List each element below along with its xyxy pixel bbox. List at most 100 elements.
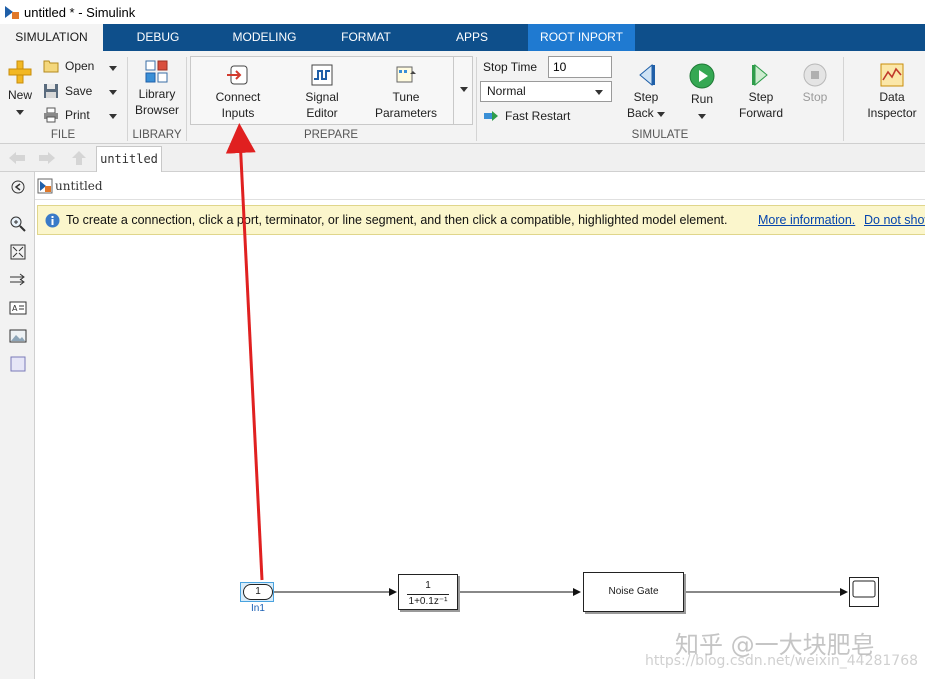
fast-restart-icon xyxy=(484,111,498,121)
tf-denominator: 1+0.1z⁻¹ xyxy=(408,596,448,607)
data-inspector-icon xyxy=(880,63,904,87)
signal-editor-button[interactable]: Signal Editor xyxy=(294,63,350,121)
ribbon-separator xyxy=(843,57,844,141)
navigation-bar: untitled xyxy=(0,144,925,172)
simulation-mode-select[interactable]: Normal xyxy=(480,81,612,102)
stop-button[interactable]: Stop xyxy=(796,63,834,105)
fast-restart-label: Fast Restart xyxy=(505,109,571,123)
open-dropdown-caret-icon[interactable] xyxy=(109,66,117,71)
new-button[interactable]: New xyxy=(4,59,36,119)
step-back-button[interactable]: Step Back xyxy=(623,63,669,121)
stop-time-input[interactable] xyxy=(548,56,612,78)
scope-screen-icon xyxy=(852,580,876,598)
step-forward-label-line2: Forward xyxy=(738,106,783,120)
signal-editor-icon xyxy=(311,64,333,86)
tab-debug[interactable]: DEBUG xyxy=(103,24,213,51)
fast-restart-toggle[interactable]: Fast Restart xyxy=(483,109,570,123)
watermark-url: https://blog.csdn.net/weixin_44281768 xyxy=(645,653,919,669)
simulink-logo-icon xyxy=(5,6,19,19)
connect-inputs-label-line2: Inputs xyxy=(221,106,255,120)
signal-editor-label-line2: Editor xyxy=(306,106,338,120)
step-back-label-line2: Back xyxy=(626,106,654,120)
open-label: Open xyxy=(65,59,95,73)
zoom-icon[interactable] xyxy=(9,215,27,233)
save-dropdown-caret-icon[interactable] xyxy=(109,90,117,95)
canvas-palette: A xyxy=(0,172,35,679)
route-lines-icon[interactable] xyxy=(9,271,27,289)
step-forward-button[interactable]: Step Forward xyxy=(735,63,787,121)
mode-dropdown-caret-icon xyxy=(595,90,603,95)
ribbon-separator xyxy=(127,57,128,141)
library-group-label: LIBRARY xyxy=(132,129,182,141)
data-inspector-label-line2: Inspector xyxy=(867,106,917,120)
title-bar: untitled * - Simulink xyxy=(0,0,925,24)
signal-lines xyxy=(274,588,848,596)
tab-apps[interactable]: APPS xyxy=(416,24,528,51)
hide-explorer-icon[interactable] xyxy=(9,178,27,196)
scope-block[interactable] xyxy=(849,577,879,607)
forward-arrow-icon[interactable] xyxy=(38,150,56,166)
svg-text:A: A xyxy=(12,304,18,313)
stop-label: Stop xyxy=(802,90,828,104)
ribbon-separator xyxy=(476,57,477,141)
new-dropdown-caret-icon xyxy=(16,110,24,115)
fit-to-view-icon[interactable] xyxy=(9,243,27,261)
inport-number: 1 xyxy=(255,586,261,597)
simulate-group-label: SIMULATE xyxy=(631,129,689,141)
data-inspector-button[interactable]: Data Inspector xyxy=(860,63,924,121)
discrete-transfer-fcn-block[interactable]: 1 1+0.1z⁻¹ xyxy=(398,574,458,610)
back-arrow-icon[interactable] xyxy=(8,150,26,166)
new-plus-icon xyxy=(8,60,32,84)
run-label: Run xyxy=(690,92,713,106)
step-forward-icon xyxy=(752,63,768,87)
up-arrow-icon[interactable] xyxy=(70,150,88,166)
signal-editor-label-line1: Signal xyxy=(305,90,339,104)
model-tab-untitled[interactable]: untitled xyxy=(96,146,162,172)
tab-root-inport[interactable]: ROOT INPORT xyxy=(528,24,635,51)
tab-simulation[interactable]: SIMULATION xyxy=(0,24,103,51)
print-button[interactable]: Print xyxy=(43,107,90,123)
connect-inputs-button[interactable]: Connect Inputs xyxy=(208,63,268,121)
ribbon: New Open Save Print FILE Library Browser… xyxy=(0,51,925,144)
printer-icon xyxy=(44,107,58,123)
tf-fraction-bar xyxy=(407,594,449,595)
inport-block[interactable]: 1 xyxy=(243,584,273,600)
tune-parameters-button[interactable]: Tune Parameters xyxy=(372,63,440,121)
open-folder-icon xyxy=(43,60,59,73)
tune-parameters-label-line1: Tune xyxy=(392,90,420,104)
connect-inputs-icon xyxy=(227,65,248,85)
ribbon-separator xyxy=(186,57,187,141)
new-label: New xyxy=(7,88,32,102)
save-disk-icon xyxy=(44,84,58,98)
open-button[interactable]: Open xyxy=(43,59,94,73)
library-browser-icon xyxy=(145,60,168,83)
window-title: untitled * - Simulink xyxy=(24,4,136,20)
noise-gate-block[interactable]: Noise Gate xyxy=(583,572,684,612)
prepare-gallery-expand-button[interactable] xyxy=(453,57,473,124)
print-dropdown-caret-icon[interactable] xyxy=(109,114,117,119)
step-back-caret-icon xyxy=(657,112,666,117)
area-icon[interactable] xyxy=(9,355,27,373)
library-browser-label-line2: Browser xyxy=(134,103,179,117)
annotation-icon[interactable]: A xyxy=(9,299,27,317)
print-label: Print xyxy=(65,108,90,122)
stop-icon xyxy=(803,63,827,87)
prepare-group-label: PREPARE xyxy=(303,129,359,141)
tab-format[interactable]: FORMAT xyxy=(316,24,416,51)
step-back-icon xyxy=(639,63,655,87)
data-inspector-label-line1: Data xyxy=(879,90,905,104)
save-button[interactable]: Save xyxy=(43,83,92,99)
model-canvas[interactable]: untitled To create a connection, click a… xyxy=(35,172,925,679)
stop-time-label: Stop Time xyxy=(483,60,538,74)
library-browser-button[interactable]: Library Browser xyxy=(132,60,182,118)
tune-parameters-icon xyxy=(396,66,416,83)
run-play-icon xyxy=(689,63,715,89)
run-dropdown-caret-icon xyxy=(698,114,706,119)
file-group-label: FILE xyxy=(50,129,76,141)
tab-modeling[interactable]: MODELING xyxy=(213,24,316,51)
run-button[interactable]: Run xyxy=(682,63,722,123)
step-forward-label-line1: Step xyxy=(748,90,774,104)
image-icon[interactable] xyxy=(9,327,27,345)
tf-numerator: 1 xyxy=(425,580,431,591)
inport-name[interactable]: In1 xyxy=(251,603,265,614)
